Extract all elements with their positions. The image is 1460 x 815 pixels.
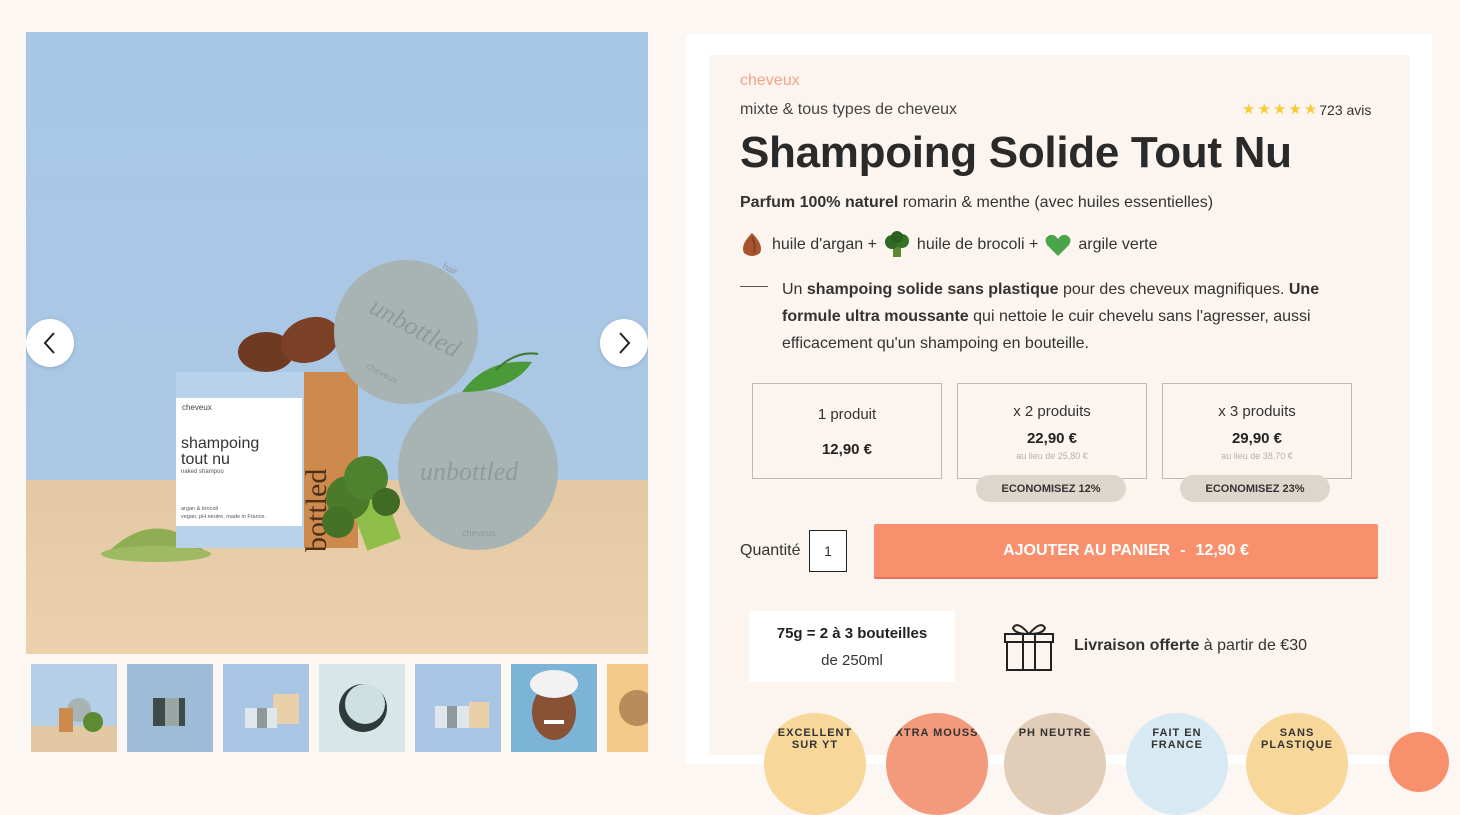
perfume-rest: romarin & menthe (avec huiles essentiell…: [898, 194, 1214, 211]
heart-icon: [1045, 234, 1071, 256]
product-photo: cheveux shampoing tout nu naked shampoo …: [101, 260, 558, 562]
box-subtitle-text: naked shampoo: [181, 469, 224, 475]
box-small-text: argan & brocoli: [181, 506, 218, 512]
perfume-bold: Parfum 100% naturel: [740, 194, 899, 211]
seal-label: EXTRA MOUSSE: [887, 727, 987, 739]
description-dash: [740, 286, 768, 287]
cart-separator: -: [1180, 541, 1186, 559]
option-price: 12,90 €: [821, 441, 873, 458]
almond-icon: [743, 233, 761, 256]
seal-extra-mousse: EXTRA MOUSSE: [886, 713, 988, 815]
bottle-equivalence: 75g = 2 à 3 bouteilles de 250ml: [749, 611, 955, 682]
add-to-cart-button[interactable]: AJOUTER AU PANIER - 12,90 €: [874, 524, 1378, 577]
seal-label: EXCELLENT SUR YT: [777, 727, 853, 751]
product-category[interactable]: cheveux: [740, 72, 800, 90]
savings-badge: ECONOMISEZ 23%: [1180, 475, 1330, 502]
quantity-input[interactable]: [809, 530, 847, 572]
thumbnail-5[interactable]: [415, 664, 501, 752]
box-small-text-2: vegan, pH neutre, made in France.: [181, 514, 266, 520]
thumbnail-1[interactable]: [31, 664, 117, 752]
product-description: Un shampoing solide sans plastique pour …: [782, 276, 1382, 357]
thumbnail-strip: [26, 664, 648, 752]
option-2-products[interactable]: x 2 produits 22,90 € au lieu de 25,80 €: [957, 383, 1147, 479]
seal-ph-neutre: PH NEUTRE: [1004, 713, 1106, 815]
thumbnail-4[interactable]: [319, 664, 405, 752]
gallery-prev-button[interactable]: [26, 319, 74, 367]
product-gallery: cheveux shampoing tout nu naked shampoo …: [26, 32, 648, 752]
box-title-text-2: tout nu: [181, 451, 230, 468]
quantity-label: Quantité: [740, 542, 801, 559]
desc-text: pour des cheveux magnifiques.: [1058, 281, 1289, 298]
chat-button[interactable]: [1389, 732, 1449, 792]
star-icon: ★: [1272, 101, 1287, 118]
seal-label: SANS PLASTIQUE: [1261, 727, 1333, 751]
ingredient-label: argile verte: [1078, 236, 1158, 253]
ingredient-label: huile d'argan +: [772, 236, 877, 253]
page-title: Shampoing Solide Tout Nu: [740, 128, 1292, 177]
equivalence-line-2: de 250ml: [821, 652, 883, 669]
option-old-price: au lieu de 25,80 €: [1016, 451, 1088, 461]
rating[interactable]: ★ ★ ★ ★ ★ 723 avis: [1242, 101, 1371, 119]
delivery-info: Livraison offerte à partir de €30: [1074, 637, 1307, 655]
bar-brand-text-2: unbottled: [420, 457, 519, 486]
savings-badge: ECONOMISEZ 12%: [976, 475, 1126, 502]
perfume-line: Parfum 100% naturel romarin & menthe (av…: [740, 194, 1213, 212]
review-count: 723 avis: [1319, 102, 1372, 118]
cart-price: 12,90 €: [1195, 541, 1249, 559]
ingredient-label: huile de brocoli +: [916, 236, 1039, 253]
product-subtitle: mixte & tous types de cheveux: [740, 101, 957, 118]
seal-label: FAIT EN FRANCE: [1151, 727, 1203, 751]
option-3-products[interactable]: x 3 produits 29,90 € au lieu de 38,70 €: [1162, 383, 1352, 479]
star-icon: ★: [1288, 101, 1302, 118]
thumbnail-7[interactable]: [607, 664, 648, 752]
box-title-text: shampoing: [181, 435, 259, 452]
option-1-product[interactable]: 1 produit 12,90 €: [752, 383, 942, 479]
option-label: 1 produit: [817, 406, 877, 423]
gallery-next-button[interactable]: [600, 319, 648, 367]
thumbnail-2[interactable]: [127, 664, 213, 752]
option-label: x 2 produits: [1013, 403, 1091, 420]
option-label: x 3 produits: [1218, 403, 1296, 420]
seal-label: PH NEUTRE: [1018, 727, 1092, 739]
delivery-bold: Livraison offerte: [1074, 637, 1200, 654]
option-price: 22,90 €: [1026, 430, 1078, 447]
box-category-text: cheveux: [182, 403, 212, 412]
seal-made-in-france: FAIT EN FRANCE: [1126, 713, 1228, 815]
delivery-rest: à partir de €30: [1199, 637, 1307, 654]
cart-label: AJOUTER AU PANIER: [1003, 541, 1171, 559]
star-icon: ★: [1242, 101, 1256, 118]
option-price: 29,90 €: [1231, 430, 1283, 447]
thumbnail-3[interactable]: [223, 664, 309, 752]
chevron-left-icon: [43, 332, 55, 354]
bar-tag-text-3: cheveux: [462, 528, 496, 538]
product-main-image: cheveux shampoing tout nu naked shampoo …: [26, 32, 648, 654]
option-old-price: au lieu de 38,70 €: [1221, 451, 1293, 461]
gift-icon: [1004, 624, 1054, 671]
ingredients-line: huile d'argan + huile de brocoli + argil…: [738, 231, 1158, 259]
seal-sans-plastique: SANS PLASTIQUE: [1246, 713, 1348, 815]
star-icon: ★: [1257, 101, 1271, 118]
equivalence-line-1: 75g = 2 à 3 bouteilles: [776, 625, 928, 642]
broccoli-icon: [884, 231, 909, 257]
chevron-right-icon: [619, 332, 631, 354]
star-icon: ★: [1303, 101, 1318, 118]
desc-text: Un: [782, 281, 807, 298]
seal-excellent: EXCELLENT SUR YT: [764, 713, 866, 815]
desc-bold: shampoing solide sans plastique: [806, 281, 1059, 298]
thumbnail-6[interactable]: [511, 664, 597, 752]
